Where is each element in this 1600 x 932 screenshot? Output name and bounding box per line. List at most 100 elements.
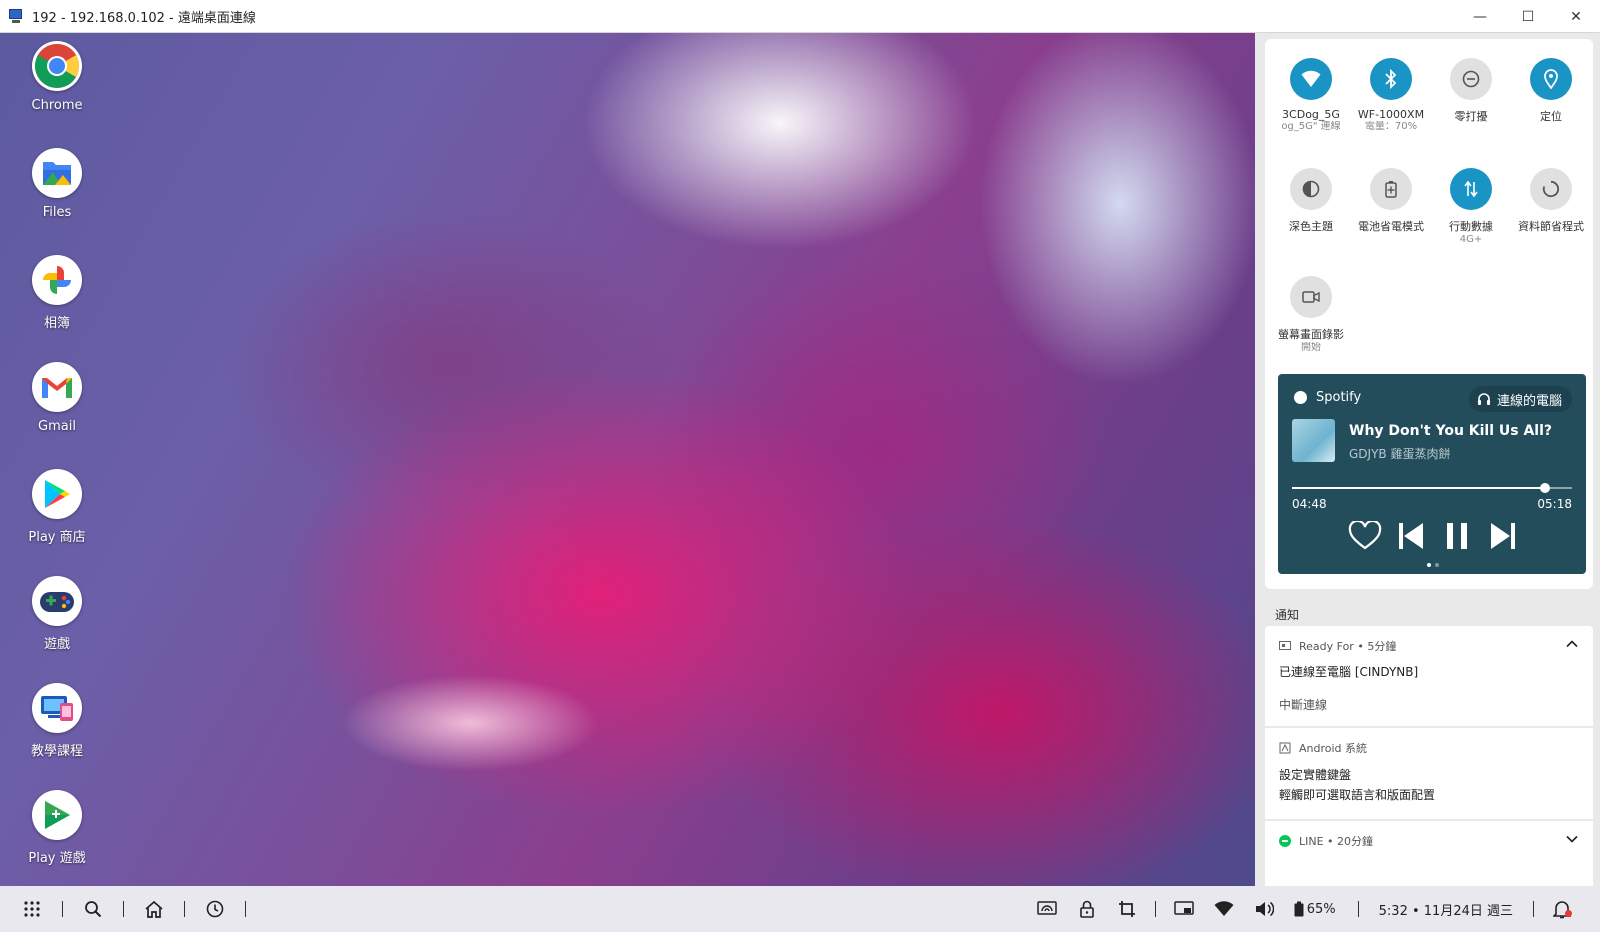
close-button[interactable]: ✕ bbox=[1552, 0, 1600, 33]
dark-theme-icon bbox=[1290, 168, 1332, 210]
bluetooth-icon bbox=[1370, 58, 1412, 100]
screenshot-crop-button[interactable] bbox=[1117, 899, 1137, 919]
tile-screen-record[interactable]: 螢幕畫面錄影 開始 bbox=[1269, 276, 1353, 354]
battery-percentage: 65% bbox=[1306, 901, 1336, 917]
taskbar-divider bbox=[62, 901, 63, 917]
tile-battery-saver[interactable]: 電池省電模式 bbox=[1349, 168, 1433, 234]
battery-status[interactable]: 65% bbox=[1294, 899, 1336, 919]
ready-for-icon bbox=[1279, 641, 1291, 650]
heart-icon bbox=[1348, 521, 1382, 550]
taskbar-divider bbox=[123, 901, 124, 917]
media-seekbar[interactable] bbox=[1292, 483, 1572, 493]
app-label: Files bbox=[42, 205, 72, 220]
media-page-indicator bbox=[1425, 563, 1441, 567]
like-button[interactable] bbox=[1342, 518, 1388, 554]
android-system-icon bbox=[1279, 742, 1291, 754]
desktop-mode-button[interactable] bbox=[1174, 899, 1194, 919]
screen-record-icon bbox=[1290, 276, 1332, 318]
tile-dark-theme[interactable]: 深色主題 bbox=[1269, 168, 1353, 234]
tile-location[interactable]: 定位 bbox=[1509, 58, 1593, 124]
notification-title: 已連線至電腦 [CINDYNB] bbox=[1279, 665, 1419, 679]
notification-line[interactable]: LINE • 20分鐘 bbox=[1265, 821, 1593, 886]
app-files[interactable]: Files bbox=[18, 146, 96, 253]
files-icon bbox=[32, 148, 82, 198]
tile-label: 零打擾 bbox=[1454, 110, 1488, 123]
media-output-label: 連線的電腦 bbox=[1496, 393, 1562, 409]
app-label: 相簿 bbox=[43, 316, 70, 331]
tile-label: 深色主題 bbox=[1289, 220, 1333, 233]
app-chrome[interactable]: Chrome bbox=[18, 39, 96, 146]
tile-wifi[interactable]: 3CDog_5G og_5G" 連線 bbox=[1269, 58, 1353, 133]
app-label: 教學課程 bbox=[30, 744, 83, 759]
clock-icon bbox=[206, 900, 224, 918]
notifications-button[interactable] bbox=[1552, 899, 1572, 919]
app-label: Play 遊戲 bbox=[28, 851, 86, 866]
volume-button[interactable] bbox=[1254, 899, 1274, 919]
notification-app: Android 系統 bbox=[1299, 742, 1368, 755]
cast-button[interactable] bbox=[1037, 899, 1057, 919]
media-app-name: Spotify bbox=[1316, 390, 1362, 405]
play-games-icon bbox=[32, 790, 82, 840]
taskbar-divider bbox=[1533, 901, 1534, 917]
disconnect-action[interactable]: 中斷連線 bbox=[1279, 696, 1327, 713]
seekbar-knob[interactable] bbox=[1540, 483, 1551, 493]
photos-icon bbox=[32, 255, 82, 305]
minimize-button[interactable]: — bbox=[1456, 0, 1504, 33]
lock-button[interactable] bbox=[1077, 899, 1097, 919]
seekbar-fill bbox=[1292, 487, 1546, 489]
tile-label: WF-1000XM bbox=[1357, 108, 1425, 121]
window-title: 192 - 192.168.0.102 - 遠端桌面連線 bbox=[32, 10, 256, 26]
media-output-chip[interactable]: 連線的電腦 bbox=[1468, 386, 1572, 412]
screen-cast-icon bbox=[1037, 901, 1057, 915]
battery-saver-icon bbox=[1370, 168, 1412, 210]
page-dot-active bbox=[1427, 563, 1431, 567]
chrome-icon bbox=[32, 41, 82, 91]
tile-data-saver[interactable]: 資料節省程式 bbox=[1509, 168, 1593, 234]
search-button[interactable] bbox=[83, 899, 103, 919]
album-art bbox=[1292, 419, 1335, 462]
expand-icon[interactable] bbox=[1565, 832, 1579, 846]
tile-sublabel: 電量：70% bbox=[1364, 121, 1418, 132]
maximize-button[interactable]: ☐ bbox=[1504, 0, 1552, 33]
skip-previous-icon bbox=[1399, 523, 1423, 549]
next-button[interactable] bbox=[1480, 518, 1526, 554]
pause-button[interactable] bbox=[1434, 518, 1480, 554]
taskbar-clock[interactable]: 5:32 • 11月24日 週三 bbox=[1379, 900, 1513, 919]
search-icon bbox=[85, 901, 102, 918]
app-gmail[interactable]: Gmail bbox=[18, 360, 96, 467]
media-app-row: Spotify bbox=[1294, 390, 1361, 405]
play-store-icon bbox=[32, 469, 82, 519]
app-label: 遊戲 bbox=[43, 637, 70, 652]
notification-app: LINE • 20分鐘 bbox=[1299, 835, 1374, 848]
app-play-store[interactable]: Play 商店 bbox=[18, 467, 96, 574]
media-artist: GDJYB 雞蛋蒸肉餅 bbox=[1349, 447, 1451, 461]
tile-mobile-data[interactable]: 行動數據 4G+ bbox=[1429, 168, 1513, 246]
notification-title: 設定實體鍵盤 bbox=[1279, 768, 1352, 782]
home-button[interactable] bbox=[144, 899, 164, 919]
lock-icon bbox=[1079, 900, 1094, 918]
wifi-status[interactable] bbox=[1214, 899, 1234, 919]
app-play-games[interactable]: Play 遊戲 bbox=[18, 788, 96, 886]
media-player: Spotify 連線的電腦 Why Don't You Kill Us All?… bbox=[1278, 374, 1586, 574]
app-tutorial[interactable]: 教學課程 bbox=[18, 681, 96, 788]
tile-label: 資料節省程式 bbox=[1518, 220, 1584, 233]
tile-bluetooth[interactable]: WF-1000XM 電量：70% bbox=[1349, 58, 1433, 133]
spotify-icon bbox=[1294, 391, 1307, 404]
location-icon bbox=[1530, 58, 1572, 100]
collapse-icon[interactable] bbox=[1565, 637, 1579, 651]
taskbar: 65% 5:32 • 11月24日 週三 bbox=[0, 886, 1600, 932]
notification-ready-for[interactable]: Ready For • 5分鐘 已連線至電腦 [CINDYNB] 中斷連線 bbox=[1265, 626, 1593, 726]
media-title: Why Don't You Kill Us All? bbox=[1349, 423, 1553, 439]
media-current-time: 04:48 bbox=[1292, 497, 1327, 511]
notification-android-system[interactable]: Android 系統 設定實體鍵盤 輕觸即可選取語言和版面配置 bbox=[1265, 728, 1593, 819]
previous-button[interactable] bbox=[1388, 518, 1434, 554]
home-icon bbox=[145, 900, 163, 918]
battery-icon bbox=[1294, 901, 1304, 917]
app-photos[interactable]: 相簿 bbox=[18, 253, 96, 360]
tile-do-not-disturb[interactable]: 零打擾 bbox=[1429, 58, 1513, 124]
app-drawer-button[interactable] bbox=[22, 899, 42, 919]
app-games[interactable]: 遊戲 bbox=[18, 574, 96, 681]
tile-sublabel: 4G+ bbox=[1459, 234, 1483, 245]
do-not-disturb-icon bbox=[1450, 58, 1492, 100]
recents-button[interactable] bbox=[205, 899, 225, 919]
